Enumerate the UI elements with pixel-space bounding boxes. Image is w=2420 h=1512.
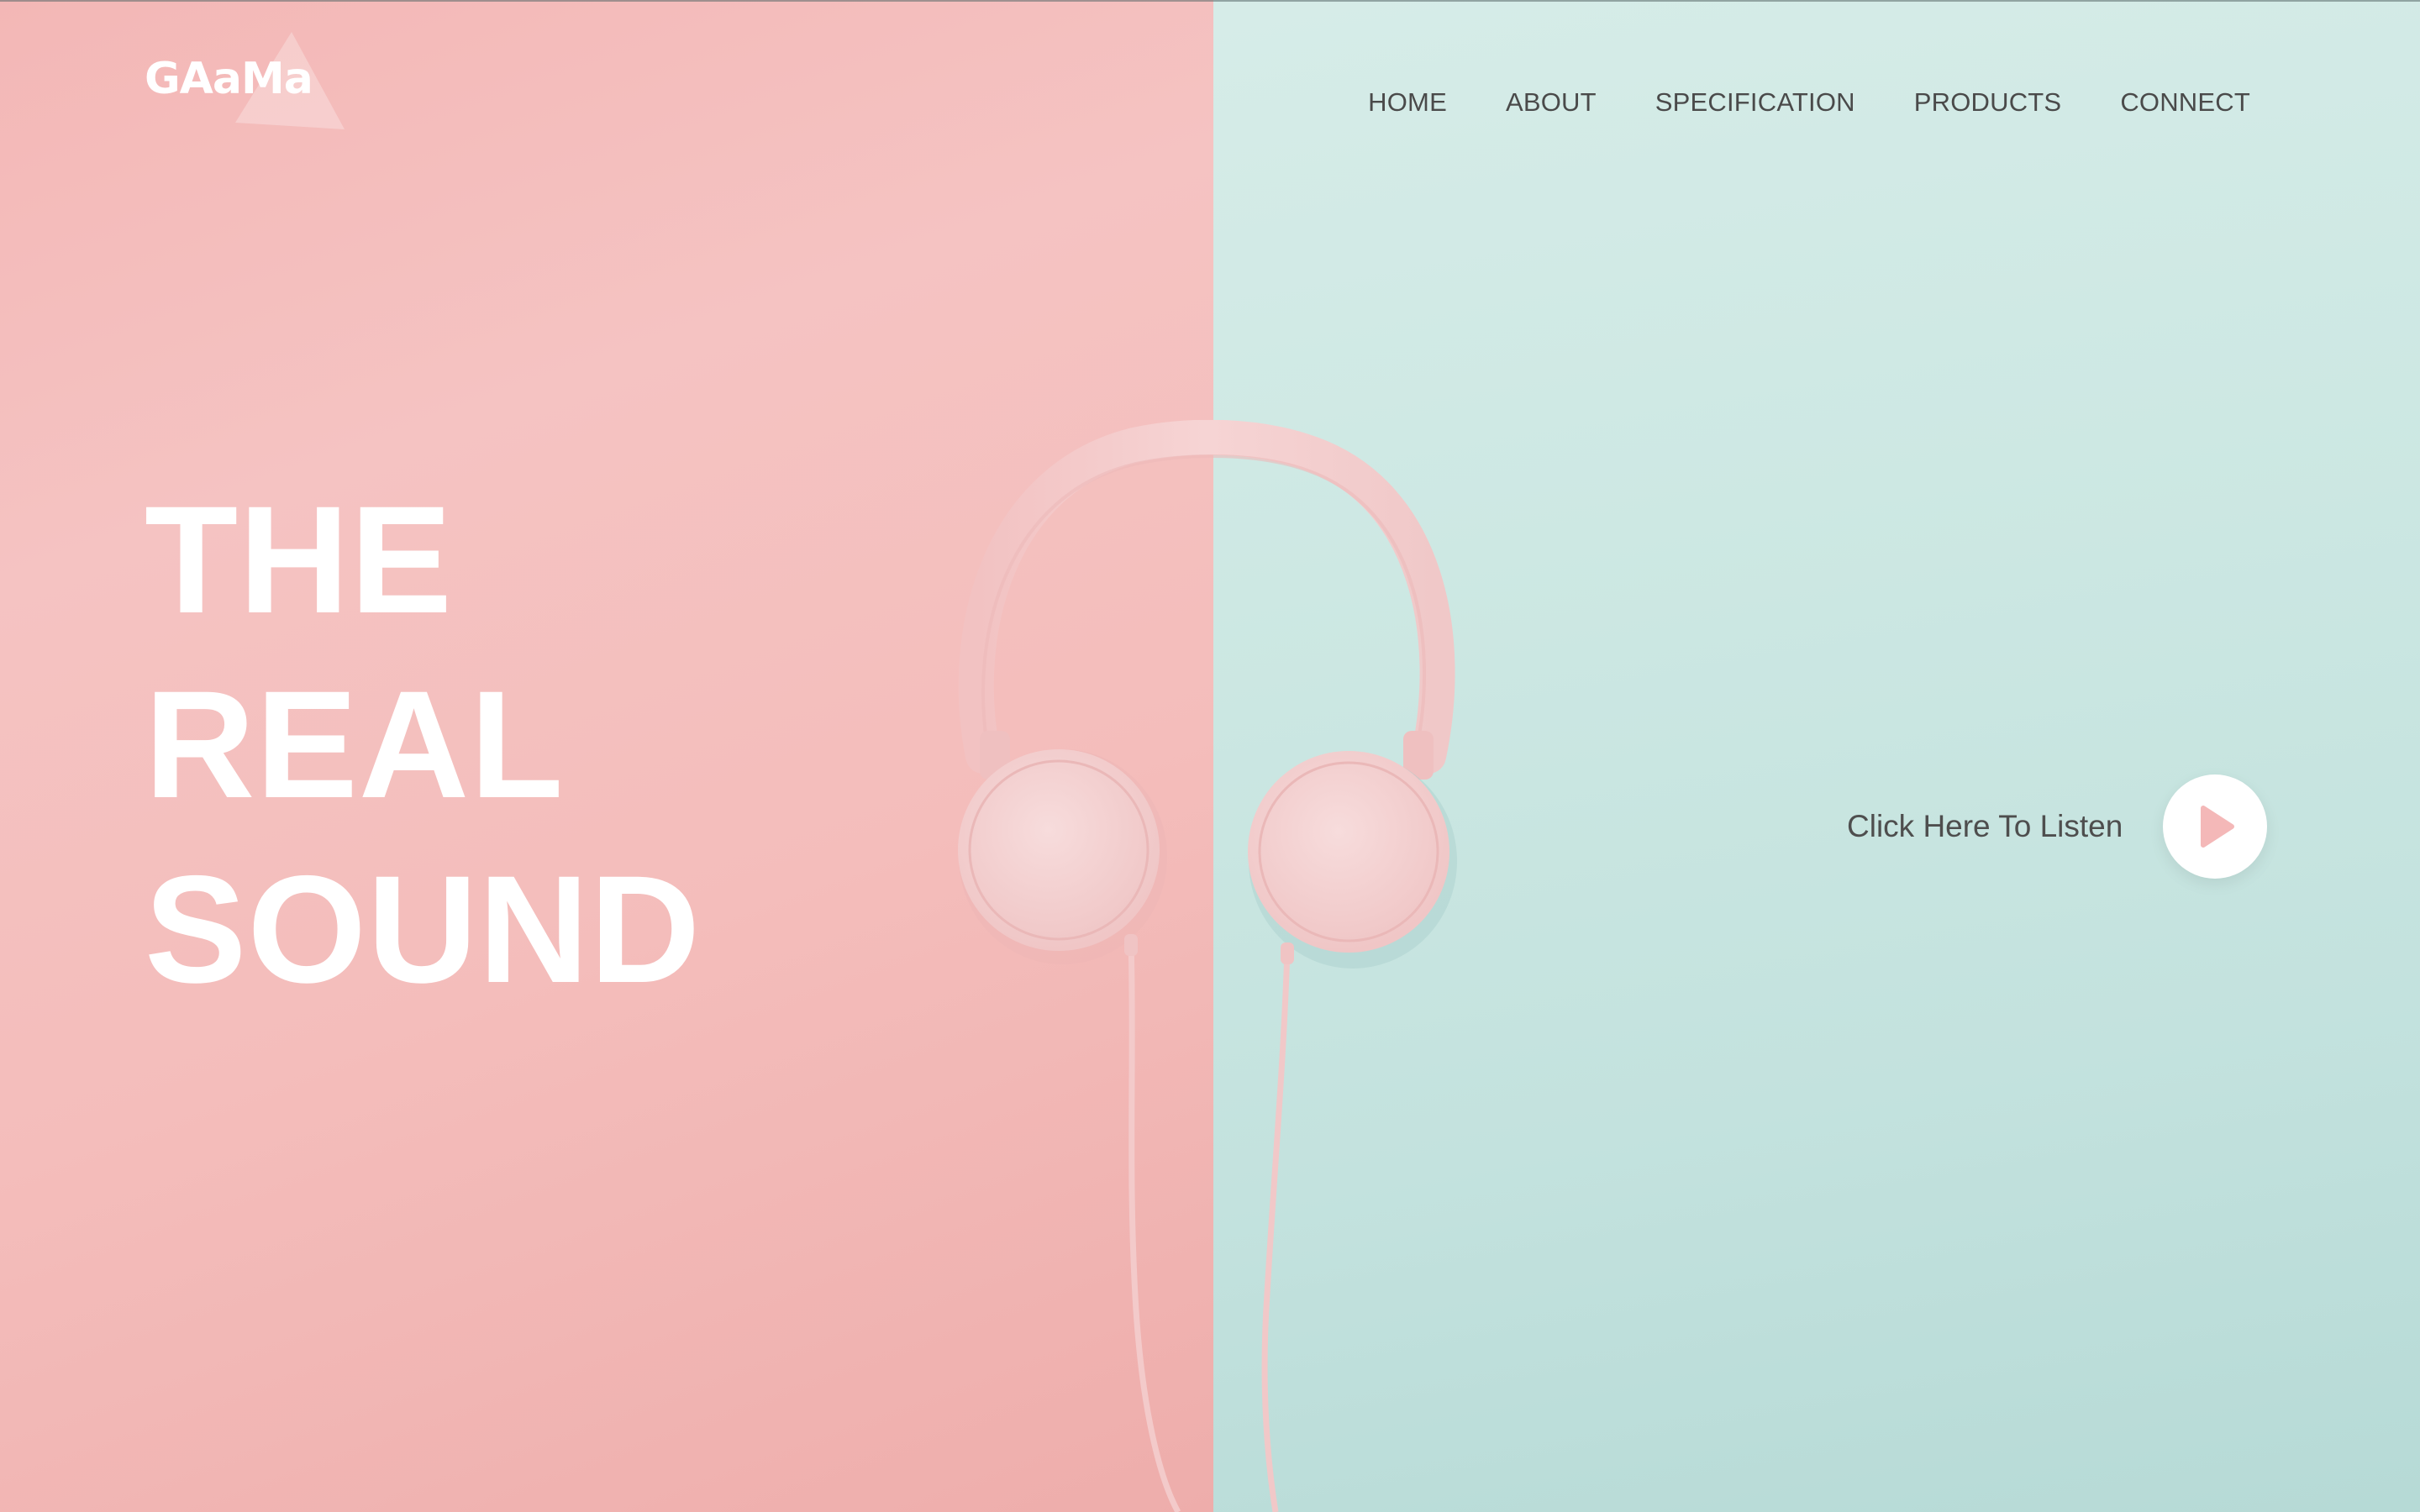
nav-item-about[interactable]: ABOUT bbox=[1506, 84, 1597, 121]
headphones-image bbox=[958, 420, 1457, 1512]
hero-headline: THE REAL SOUND bbox=[145, 467, 701, 1021]
top-border bbox=[0, 0, 2420, 2]
nav-item-products[interactable]: PRODUCTS bbox=[1914, 84, 2062, 121]
nav-item-home[interactable]: HOME bbox=[1368, 84, 1447, 121]
logo-text: GAaMa bbox=[145, 54, 313, 104]
listen-cta: Click Here To Listen bbox=[1847, 774, 2268, 879]
main-nav: HOME ABOUT SPECIFICATION PRODUCTS CONNEC… bbox=[1309, 84, 2250, 121]
headline-line-3: SOUND bbox=[145, 843, 702, 1015]
nav-item-specification[interactable]: SPECIFICATION bbox=[1655, 84, 1855, 121]
play-button[interactable] bbox=[2163, 774, 2268, 879]
listen-label[interactable]: Click Here To Listen bbox=[1847, 801, 2123, 852]
landing-page: GAaMa HOME ABOUT SPECIFICATION PRODUCTS … bbox=[0, 0, 2420, 1512]
headline-line-2: REAL bbox=[145, 659, 565, 830]
play-icon bbox=[2201, 806, 2235, 848]
headline-line-1: THE bbox=[145, 474, 453, 645]
brand-logo[interactable]: GAaMa bbox=[145, 30, 363, 139]
nav-item-connect[interactable]: CONNECT bbox=[2120, 84, 2250, 121]
